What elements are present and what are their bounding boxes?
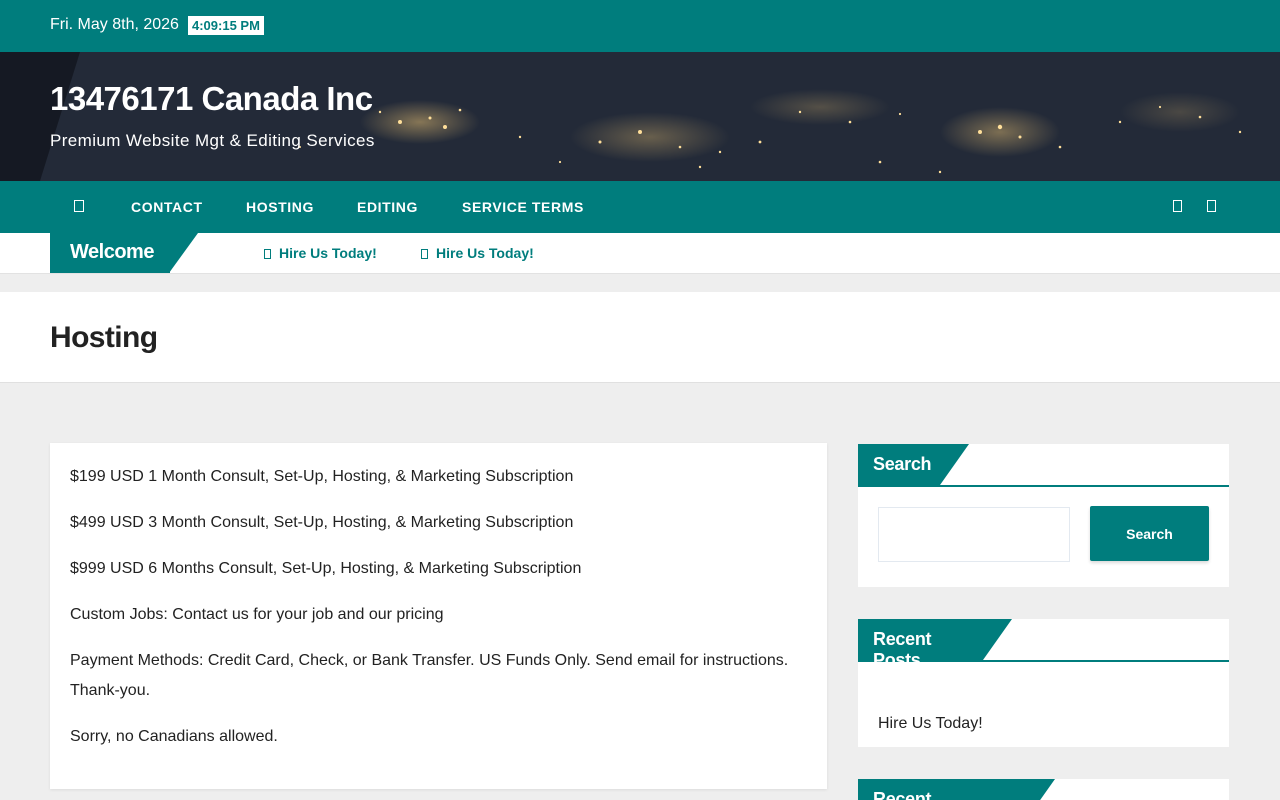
widget-title: Recent Posts xyxy=(858,619,983,670)
widget-header: Search xyxy=(858,444,1229,487)
ticker-item-text: Hire Us Today! xyxy=(436,245,534,261)
current-date: Fri. May 8th, 2026 xyxy=(50,16,179,33)
recent-post-link[interactable]: Hire Us Today! xyxy=(878,715,983,733)
widget-title-tip xyxy=(983,619,1012,660)
ticker-item-text: Hire Us Today! xyxy=(279,245,377,261)
news-ticker: Welcome Hire Us Today! Hire Us Today! xyxy=(0,233,1280,274)
nav-hosting[interactable]: HOSTING xyxy=(246,199,314,215)
main-navigation: CONTACT HOSTING EDITING SERVICE TERMS xyxy=(0,181,1280,233)
header-banner: 13476171 Canada Inc Premium Website Mgt … xyxy=(0,52,1280,181)
content-paragraph: Payment Methods: Credit Card, Check, or … xyxy=(70,652,789,699)
ticker-item[interactable]: Hire Us Today! xyxy=(421,245,534,261)
current-time: 4:09:15 PM xyxy=(188,16,264,35)
content-paragraph: Custom Jobs: Contact us for your job and… xyxy=(70,606,444,623)
search-input[interactable] xyxy=(878,507,1070,562)
clock-icon xyxy=(421,249,428,259)
clock-icon xyxy=(264,249,271,259)
widget-header: Recent Comments xyxy=(858,779,1229,800)
widget-title-tip xyxy=(1026,779,1055,800)
nav-contact[interactable]: CONTACT xyxy=(131,199,203,215)
widget-title: Recent Comments xyxy=(858,779,1026,800)
site-description: Premium Website Mgt & Editing Services xyxy=(50,131,375,150)
ticker-label: Welcome xyxy=(50,233,170,273)
content-paragraph: $999 USD 6 Months Consult, Set-Up, Hosti… xyxy=(70,560,582,577)
user-icon[interactable] xyxy=(1207,200,1216,212)
widget-title: Search xyxy=(858,444,940,485)
nav-service-terms[interactable]: SERVICE TERMS xyxy=(462,199,584,215)
home-icon[interactable] xyxy=(66,195,92,219)
widget-title-tip xyxy=(940,444,969,485)
page-title-bar: Hosting xyxy=(0,292,1280,383)
content-paragraph: $199 USD 1 Month Consult, Set-Up, Hostin… xyxy=(70,468,574,485)
site-title[interactable]: 13476171 Canada Inc xyxy=(50,80,373,118)
page-title: Hosting xyxy=(50,321,158,354)
ticker-label-tip xyxy=(169,233,198,273)
search-button[interactable]: Search xyxy=(1090,506,1209,561)
content-paragraph: $499 USD 3 Month Consult, Set-Up, Hostin… xyxy=(70,514,574,531)
content-paragraph: Sorry, no Canadians allowed. xyxy=(70,728,278,745)
recent-comments-widget: Recent Comments xyxy=(858,779,1229,800)
recent-posts-widget: Recent Posts Hire Us Today! xyxy=(858,619,1229,747)
widget-header: Recent Posts xyxy=(858,619,1229,670)
nav-editing[interactable]: EDITING xyxy=(357,199,418,215)
search-widget: Search Search xyxy=(858,444,1229,587)
top-bar: Fri. May 8th, 2026 4:09:15 PM xyxy=(0,0,1280,52)
main-content: $199 USD 1 Month Consult, Set-Up, Hostin… xyxy=(50,443,827,789)
search-icon[interactable] xyxy=(1173,200,1182,212)
ticker-item[interactable]: Hire Us Today! xyxy=(264,245,377,261)
